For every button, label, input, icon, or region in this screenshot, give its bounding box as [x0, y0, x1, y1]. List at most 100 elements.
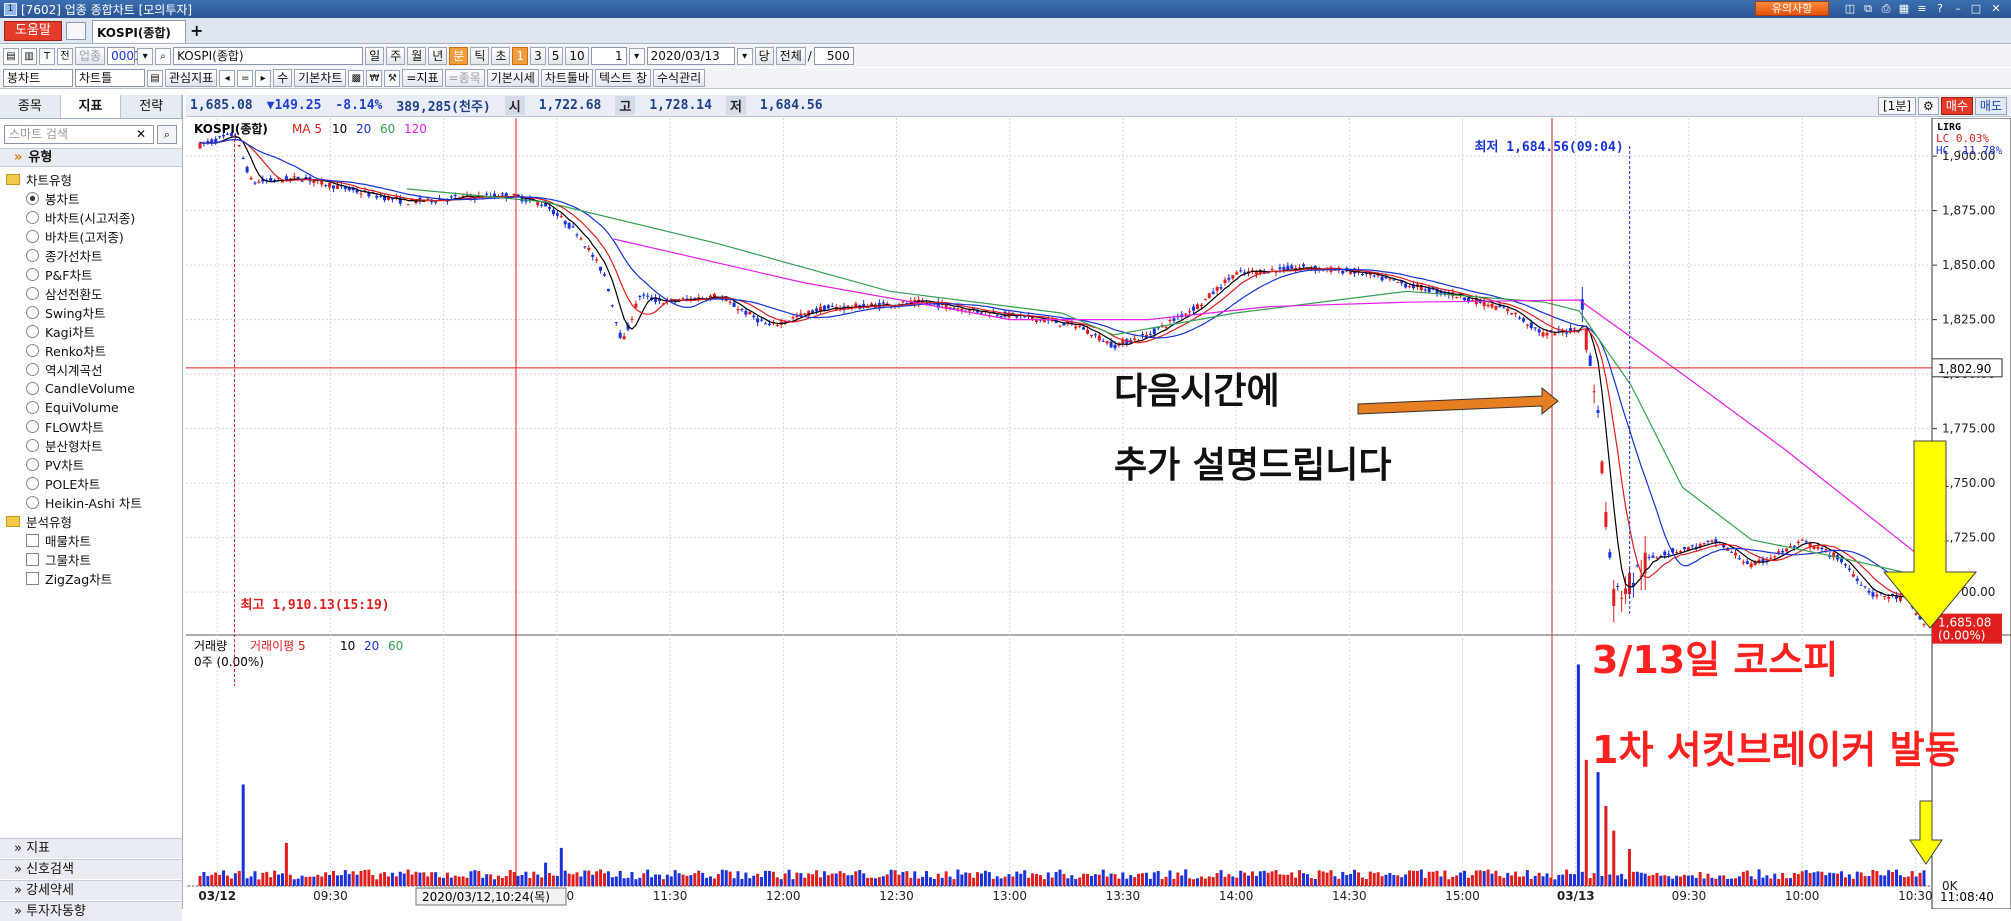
help-button[interactable]: 도움말 — [4, 21, 62, 41]
code-dropdown-icon[interactable]: ▾ — [137, 47, 154, 65]
value-button[interactable]: 수 — [273, 69, 293, 87]
scroll-center-icon[interactable]: = — [237, 69, 254, 87]
period-tick[interactable]: 틱 — [470, 47, 490, 65]
period-minute[interactable]: 분 — [449, 47, 469, 65]
scroll-right-icon[interactable]: ▸ — [255, 69, 272, 87]
symbol-button[interactable]: =종목 — [444, 69, 485, 87]
watch-indicator-button[interactable]: 관심지표 — [165, 69, 218, 87]
search-icon[interactable]: ⌕ — [155, 47, 172, 65]
basic-chart-button[interactable]: 기본차트 — [294, 69, 347, 87]
frame-icon[interactable]: ▤ — [147, 69, 163, 87]
add-tab-icon[interactable]: + — [190, 21, 203, 40]
chart-type-option[interactable]: 종가선차트 — [6, 246, 182, 265]
sector-button[interactable]: 업종 — [75, 47, 106, 65]
nav-investor-trend[interactable]: » 투자자동향 — [0, 901, 182, 921]
display-count-input[interactable]: 500 — [813, 47, 854, 65]
volume-bar — [1482, 871, 1486, 886]
pin-icon[interactable]: ◫ — [1843, 2, 1857, 15]
chart-type-option[interactable]: 바차트(시고저종) — [6, 208, 182, 227]
clear-search-icon[interactable]: ✕ — [136, 127, 146, 141]
chart-type-folder[interactable]: 차트유형 — [6, 170, 182, 189]
period-month[interactable]: 월 — [407, 47, 427, 65]
minimize-icon[interactable]: – — [1951, 2, 1965, 15]
text-tool-icon[interactable]: T — [39, 47, 55, 65]
print-icon[interactable]: ⎙ — [1879, 2, 1893, 15]
notice-button[interactable]: 유의사항 — [1755, 1, 1829, 16]
basic-quote-button[interactable]: 기본시세 — [486, 69, 539, 87]
all-button[interactable]: 전체 — [775, 47, 806, 65]
chart-frame-select[interactable]: 차트틀 — [75, 69, 145, 87]
layout-icon-2[interactable]: ▥ — [21, 47, 37, 65]
nav-signal-search[interactable]: » 신호검색 — [0, 859, 182, 879]
period-second[interactable]: 초 — [491, 47, 511, 65]
nav-strength[interactable]: » 강세약세 — [0, 880, 182, 900]
formula-manage-button[interactable]: 수식관리 — [653, 69, 706, 87]
scroll-left-icon[interactable]: ◂ — [219, 69, 236, 87]
period-week[interactable]: 주 — [386, 47, 406, 65]
copy-icon[interactable]: ⧉ — [1861, 2, 1875, 15]
chart-type-option[interactable]: 역시계곡선 — [6, 360, 182, 379]
search-icon[interactable]: ⌕ — [157, 125, 177, 144]
interval-10[interactable]: 10 — [565, 47, 589, 65]
tab-strategy[interactable]: 전략 — [121, 95, 183, 118]
analysis-type-option[interactable]: ZigZag차트 — [6, 569, 182, 588]
analysis-type-option[interactable]: 그물차트 — [6, 550, 182, 569]
chart-type-option[interactable]: 삼선전환도 — [6, 284, 182, 303]
date-input[interactable]: 2020/03/13 — [646, 47, 735, 65]
type-section-header[interactable]: » 유형 — [0, 148, 182, 167]
date-dropdown-icon[interactable]: ▾ — [736, 47, 753, 65]
tab-indicator[interactable]: 지표 — [60, 95, 122, 118]
chart-type-option[interactable]: PV차트 — [6, 455, 182, 474]
chart-type-option[interactable]: P&F차트 — [6, 265, 182, 284]
chart-type-option[interactable]: FLOW차트 — [6, 417, 182, 436]
all-icon[interactable]: 전 — [57, 47, 73, 65]
candle-chart-select[interactable]: 봉차트 — [3, 69, 73, 87]
list-icon[interactable]: ≡ — [1915, 2, 1929, 15]
candle-body — [257, 181, 261, 183]
buy-button[interactable]: 매수 — [1940, 97, 1973, 115]
code-input[interactable]: 0001 — [107, 47, 142, 65]
help-icon[interactable]: ? — [1933, 2, 1947, 15]
smart-search-input[interactable]: 스마트 검색 — [4, 125, 154, 144]
chart-type-option[interactable]: CandleVolume — [6, 379, 182, 398]
sell-button[interactable]: 매도 — [1974, 97, 2007, 115]
chart-toolbar-button[interactable]: 차트툴바 — [540, 69, 594, 87]
screen-list-icon[interactable] — [66, 22, 86, 40]
indicator-button[interactable]: =지표 — [402, 69, 443, 87]
settings-icon[interactable]: ⚙ — [1918, 97, 1939, 115]
volume-bar — [1851, 878, 1855, 886]
tab-symbol[interactable]: 종목 — [0, 95, 61, 118]
chart-type-option[interactable]: POLE차트 — [6, 474, 182, 493]
chart-type-option[interactable]: EquiVolume — [6, 398, 182, 417]
chart-type-option[interactable]: 봉차트 — [6, 189, 182, 208]
close-icon[interactable]: ✕ — [1989, 2, 2003, 15]
chart-type-option[interactable]: Swing차트 — [6, 303, 182, 322]
chart-type-option[interactable]: Renko차트 — [6, 341, 182, 360]
interval-3[interactable]: 3 — [530, 47, 546, 65]
nav-indicator[interactable]: » 지표 — [0, 838, 182, 858]
maximize-icon[interactable]: □ — [1969, 2, 1983, 15]
chart-type-option[interactable]: Heikin-Ashi 차트 — [6, 493, 182, 512]
layout-icon-1[interactable]: ▤ — [3, 47, 19, 65]
period-day[interactable]: 일 — [365, 47, 385, 65]
won-icon[interactable]: ₩ — [366, 69, 383, 87]
interval-count-input[interactable]: 1 — [590, 47, 627, 65]
grid-icon[interactable]: ▦ — [1897, 2, 1911, 15]
chart-type-option[interactable]: Kagi차트 — [6, 322, 182, 341]
analysis-type-folder[interactable]: 분석유형 — [6, 512, 182, 531]
tool-icon[interactable]: ⚒ — [384, 69, 401, 87]
analysis-type-option[interactable]: 매물차트 — [6, 531, 182, 550]
volume-bar — [1525, 870, 1529, 886]
interval-5[interactable]: 5 — [547, 47, 564, 65]
tab-kospi[interactable]: KOSPI(종합) — [92, 20, 186, 43]
interval-dropdown-icon[interactable]: ▾ — [628, 47, 645, 65]
chart-type-option[interactable]: 분산형차트 — [6, 436, 182, 455]
candle-body — [1298, 267, 1302, 269]
pattern-icon[interactable]: ▩ — [348, 69, 365, 87]
interval-1[interactable]: 1 — [512, 47, 529, 65]
period-year[interactable]: 년 — [428, 47, 448, 65]
same-day-button[interactable]: 당 — [754, 47, 774, 65]
chart-area[interactable]: 03/1209:3010:11:0011:3012:0012:3013:0013… — [186, 118, 2011, 909]
chart-type-option[interactable]: 바차트(고저종) — [6, 227, 182, 246]
text-window-button[interactable]: 텍스트 창 — [595, 69, 651, 87]
